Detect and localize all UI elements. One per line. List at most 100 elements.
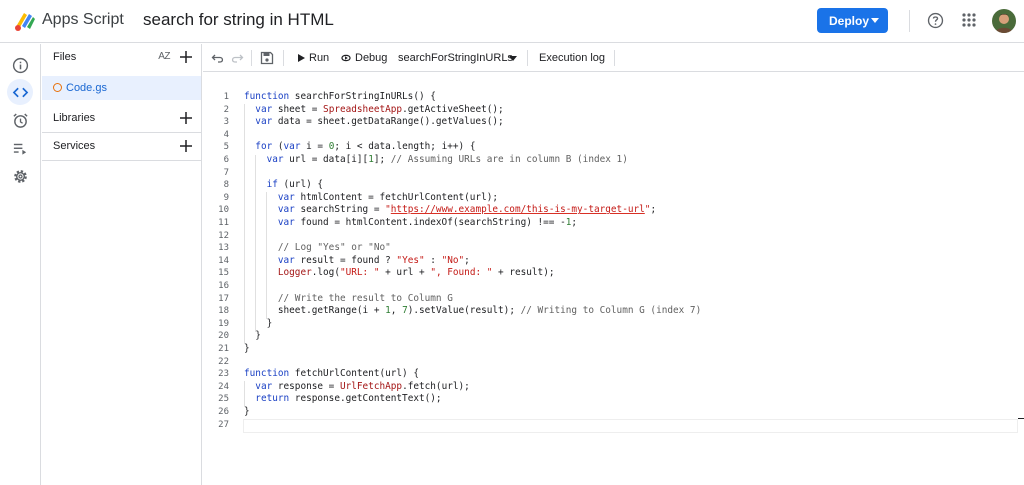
code-line: function searchForStringInURLs() { (244, 91, 436, 102)
files-header: Files AZ (42, 44, 202, 72)
line-number: 24 (218, 381, 229, 392)
debug-label: Debug (355, 52, 388, 64)
code-line: } (244, 330, 261, 342)
divider (251, 50, 252, 66)
info-icon (12, 57, 28, 73)
function-name: searchForStringInURLs (398, 52, 513, 64)
line-number: 14 (218, 255, 229, 266)
code-editor[interactable]: 1 2 3 4 5 6 7 8 9 10 11 12 13 14 15 16 1… (203, 73, 1024, 485)
scroll-marker (1018, 418, 1024, 419)
code-icon (12, 87, 28, 97)
help-icon[interactable] (927, 12, 944, 29)
services-header[interactable]: Services (42, 133, 202, 161)
line-number: 23 (218, 369, 229, 380)
code-line: var searchString = "https://www.example.… (277, 204, 657, 216)
code-line: } (244, 406, 250, 417)
line-number: 6 (223, 155, 229, 165)
line-number: 3 (223, 117, 229, 128)
code-line: // Write the result to Column G (277, 292, 453, 304)
line-number: 18 (218, 306, 229, 317)
line-number: 19 (218, 318, 229, 329)
execution-log-button[interactable]: Execution log (539, 52, 605, 64)
deploy-button[interactable]: Deploy (817, 8, 888, 33)
apps-script-logo-icon[interactable] (13, 9, 37, 33)
line-number: 15 (218, 268, 229, 279)
current-line-highlight (243, 419, 1018, 433)
function-select[interactable]: searchForStringInURLs (398, 44, 520, 72)
code-line: } (244, 343, 250, 354)
line-number: 10 (218, 205, 229, 216)
line-number: 7 (223, 167, 229, 178)
files-panel: Files AZ Code.gs Libraries Services (42, 44, 202, 485)
code-line: function fetchUrlContent(url) { (244, 368, 419, 380)
code-line: if (url) { (266, 179, 324, 191)
code-line: return response.getContentText(); (255, 393, 442, 405)
chevron-down-icon (509, 56, 517, 61)
sort-az-icon[interactable]: AZ (158, 51, 170, 62)
line-number: 16 (218, 281, 229, 291)
save-icon[interactable] (260, 51, 274, 65)
left-rail (0, 44, 41, 485)
code-line: var found = htmlContent.indexOf(searchSt… (277, 217, 578, 228)
code-line: var result = found ? "Yes" : "No"; (277, 254, 470, 266)
divider (909, 10, 910, 32)
code-line: Logger.log("URL: " + url + ", Found: " +… (277, 267, 555, 279)
line-number: 1 (223, 92, 229, 102)
overview-button[interactable] (7, 52, 33, 78)
line-number: 9 (223, 192, 229, 203)
code-line: var htmlContent = fetchUrlContent(url); (277, 191, 499, 203)
services-label: Services (53, 140, 96, 152)
play-icon (298, 54, 305, 62)
divider (283, 50, 284, 66)
playlist-play-icon (13, 143, 26, 155)
line-number: 5 (223, 142, 229, 153)
settings-button[interactable] (7, 163, 33, 189)
line-number: 20 (218, 331, 229, 342)
code-line: var response = UrlFetchApp.fetch(url); (255, 380, 470, 392)
line-number: 2 (223, 104, 229, 115)
divider (614, 50, 615, 66)
line-number: 8 (223, 180, 229, 191)
code-line: var data = sheet.getDataRange().getValue… (255, 116, 504, 128)
redo-icon[interactable] (230, 51, 244, 65)
file-item-code-gs[interactable]: Code.gs (42, 76, 201, 100)
libraries-label: Libraries (53, 112, 96, 124)
line-number: 17 (218, 293, 229, 304)
app-name[interactable]: Apps Script (42, 11, 124, 29)
line-number: 4 (223, 129, 229, 140)
chevron-down-icon (871, 18, 879, 23)
project-title[interactable]: search for string in HTML (143, 10, 334, 30)
run-button[interactable]: Run (295, 44, 331, 72)
run-label: Run (309, 52, 330, 64)
line-number: 13 (218, 243, 229, 254)
files-label: Files (53, 51, 77, 63)
code-line: } (244, 317, 273, 329)
alarm-clock-icon (12, 113, 28, 128)
add-file-icon[interactable] (179, 50, 193, 64)
code-line: var sheet = SpreadsheetApp.getActiveShee… (255, 103, 504, 115)
line-number: 26 (218, 407, 229, 417)
unsaved-dot-icon (53, 83, 62, 92)
editor-button[interactable] (7, 79, 33, 105)
code-line: // Log "Yes" or "No" (277, 242, 391, 254)
file-name: Code.gs (66, 82, 107, 94)
executions-button[interactable] (7, 135, 33, 161)
code-line: sheet.getRange(i + 1, 7).setValue(result… (244, 305, 702, 317)
line-number: 11 (218, 218, 229, 228)
apps-grid-icon[interactable] (962, 13, 976, 27)
undo-icon[interactable] (211, 51, 225, 65)
editor-toolbar: Run Debug searchForStringInURLs Executio… (203, 44, 1024, 72)
add-service-icon[interactable] (179, 139, 193, 153)
line-number: 21 (218, 344, 229, 354)
gear-icon (13, 169, 27, 183)
add-library-icon[interactable] (179, 111, 193, 125)
avatar[interactable] (992, 9, 1016, 33)
code-line: var url = data[i][1]; // Assuming URLs a… (266, 154, 628, 165)
divider (527, 50, 528, 66)
libraries-header[interactable]: Libraries (42, 105, 202, 133)
line-number-gutter: 1 2 3 4 5 6 7 8 9 10 11 12 13 14 15 16 1… (203, 73, 231, 485)
line-number: 25 (218, 394, 229, 405)
debug-button[interactable]: Debug (339, 44, 391, 72)
line-number: 12 (218, 230, 229, 241)
triggers-button[interactable] (7, 107, 33, 133)
